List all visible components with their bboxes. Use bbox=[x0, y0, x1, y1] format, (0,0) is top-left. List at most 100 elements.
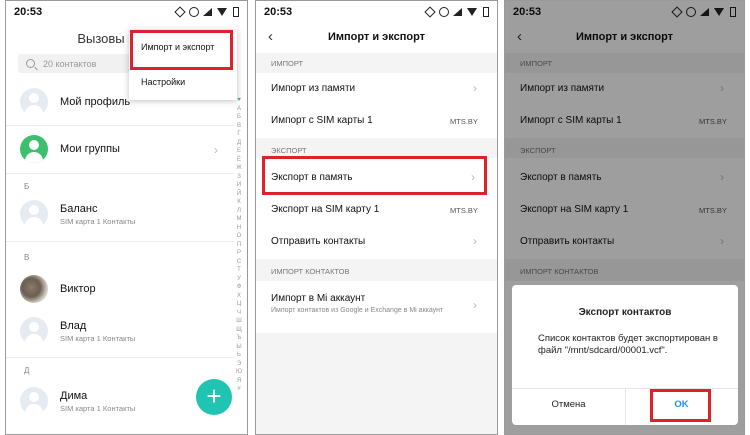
alphabet-letter[interactable]: Г bbox=[234, 130, 244, 139]
status-bar: 20:53 bbox=[256, 1, 497, 23]
wifi-icon bbox=[467, 7, 477, 17]
alphabet-letter[interactable]: Н bbox=[234, 224, 244, 233]
section-header-import-contacts: ИМПОРТ КОНТАКТОВ bbox=[271, 267, 350, 276]
export-to-sim[interactable]: Экспорт на SIM карту 1 bbox=[271, 204, 379, 215]
alphabet-letter[interactable]: Ы bbox=[234, 343, 244, 352]
battery-icon bbox=[481, 7, 491, 17]
sim-operator: MTS.BY bbox=[450, 117, 478, 126]
highlight-box bbox=[130, 30, 233, 70]
divider bbox=[6, 241, 234, 242]
dialog-message: Список контактов будет экспортирован в ф… bbox=[538, 333, 718, 356]
cancel-button[interactable]: Отмена bbox=[512, 399, 625, 410]
contact-sub: SIM карта 1 Контакты bbox=[60, 403, 136, 413]
section-header-import: ИМПОРТ bbox=[271, 59, 304, 68]
alphabet-letter[interactable]: Б bbox=[234, 113, 244, 122]
alphabet-letter[interactable]: М bbox=[234, 215, 244, 224]
signal-icon bbox=[453, 7, 463, 17]
avatar bbox=[20, 200, 48, 228]
alphabet-letter[interactable]: У bbox=[234, 275, 244, 284]
alphabet-letter[interactable]: И bbox=[234, 181, 244, 190]
avatar bbox=[20, 88, 48, 116]
alphabet-letter[interactable]: Т bbox=[234, 266, 244, 275]
chevron-right-icon: › bbox=[473, 298, 477, 312]
alphabet-letter[interactable]: Ф bbox=[234, 283, 244, 292]
alphabet-letter[interactable]: О bbox=[234, 232, 244, 241]
list-item[interactable]: Влад SIM карта 1 Контакты bbox=[20, 317, 135, 345]
search-icon bbox=[26, 59, 35, 68]
alphabet-letter[interactable]: А bbox=[234, 105, 244, 114]
export-dialog-screen: 20:53 ‹ Импорт и экспорт ИМПОРТ Импорт и… bbox=[504, 0, 745, 435]
status-bar: 20:53 bbox=[6, 1, 247, 23]
page-title: Импорт и экспорт bbox=[327, 31, 426, 43]
import-mi-description: Импорт контактов из Google и Exchange в … bbox=[271, 307, 444, 314]
alphabet-letter[interactable]: Р bbox=[234, 249, 244, 258]
list-item[interactable]: Баланс SIM карта 1 Контакты bbox=[20, 200, 135, 228]
alphabet-letter[interactable]: Ё bbox=[234, 156, 244, 165]
contact-name: Виктор bbox=[60, 283, 96, 295]
menu-item-settings[interactable]: Настройки bbox=[129, 65, 237, 100]
alphabet-letter[interactable]: П bbox=[234, 241, 244, 250]
status-time: 20:53 bbox=[14, 6, 43, 18]
contact-sub: SIM карта 1 Контакты bbox=[60, 333, 136, 343]
list-item[interactable]: Дима SIM карта 1 Контакты bbox=[20, 387, 135, 415]
alphabet-letter[interactable]: Д bbox=[234, 139, 244, 148]
alphabet-letter[interactable]: Ш bbox=[234, 317, 244, 326]
import-from-sim[interactable]: Импорт с SIM карты 1 bbox=[271, 115, 373, 126]
alphabet-letter[interactable]: Ю bbox=[234, 368, 244, 377]
alphabet-letter[interactable]: Й bbox=[234, 190, 244, 199]
avatar bbox=[20, 317, 48, 345]
alphabet-letter[interactable]: В bbox=[234, 122, 244, 131]
sim-operator: MTS.BY bbox=[450, 206, 478, 215]
contact-name: Влад bbox=[60, 319, 87, 332]
wifi-icon bbox=[217, 7, 227, 17]
mute-icon bbox=[425, 7, 435, 17]
divider bbox=[6, 357, 234, 358]
contact-sub: SIM карта 1 Контакты bbox=[60, 216, 136, 226]
section-letter: Б bbox=[24, 182, 30, 191]
mute-icon bbox=[175, 7, 185, 17]
alphabet-index[interactable]: ♥ А Б В Г Д Е Ё Ж З И Й К Л М Н О П Р С Т У Ф Х Ц Ч Ш Щ Ъ Ы Ь Э Ю Я # bbox=[234, 96, 244, 394]
alphabet-letter[interactable]: З bbox=[234, 173, 244, 182]
alphabet-letter[interactable]: Ц bbox=[234, 300, 244, 309]
alphabet-letter[interactable]: Я bbox=[234, 377, 244, 386]
groups-avatar bbox=[20, 135, 48, 163]
highlight-box bbox=[262, 156, 487, 195]
alphabet-letter[interactable]: Щ bbox=[234, 326, 244, 335]
divider bbox=[6, 173, 234, 174]
my-profile-item[interactable]: Мой профиль bbox=[20, 88, 130, 116]
signal-icon bbox=[203, 7, 213, 17]
cat-avatar bbox=[20, 275, 48, 303]
alphabet-letter[interactable]: Ч bbox=[234, 309, 244, 318]
chevron-right-icon: › bbox=[473, 81, 477, 95]
import-to-mi-account[interactable]: Импорт в Mi аккаунт bbox=[271, 293, 365, 304]
alphabet-letter[interactable]: Е bbox=[234, 147, 244, 156]
section-header-export: ЭКСПОРТ bbox=[271, 146, 307, 155]
status-time: 20:53 bbox=[264, 6, 293, 18]
alphabet-letter[interactable]: Ж bbox=[234, 164, 244, 173]
list-item[interactable]: Виктор bbox=[20, 275, 96, 303]
my-groups-label: Мои группы bbox=[60, 143, 120, 155]
alphabet-letter[interactable]: Э bbox=[234, 360, 244, 369]
battery-icon bbox=[231, 7, 241, 17]
my-profile-label: Мой профиль bbox=[60, 96, 131, 108]
import-export-screen: 20:53 ‹ Импорт и экспорт ИМПОРТ Импорт и… bbox=[255, 0, 498, 435]
chevron-right-icon: › bbox=[473, 234, 477, 248]
send-contacts[interactable]: Отправить контакты bbox=[271, 236, 365, 247]
section-letter: Д bbox=[24, 366, 30, 375]
my-groups-item[interactable]: Мои группы bbox=[20, 135, 120, 163]
header: ‹ Импорт и экспорт bbox=[256, 23, 497, 53]
chevron-right-icon: › bbox=[214, 143, 218, 157]
divider bbox=[6, 125, 234, 126]
alphabet-letter[interactable]: Х bbox=[234, 292, 244, 301]
alphabet-letter[interactable]: К bbox=[234, 198, 244, 207]
alphabet-letter[interactable]: Ь bbox=[234, 351, 244, 360]
alphabet-letter[interactable]: Л bbox=[234, 207, 244, 216]
section-letter: В bbox=[24, 253, 30, 262]
alphabet-letter[interactable]: Ъ bbox=[234, 334, 244, 343]
alphabet-letter[interactable]: С bbox=[234, 258, 244, 267]
import-from-memory[interactable]: Импорт из памяти bbox=[271, 83, 355, 94]
dialog-title: Экспорт контактов bbox=[578, 307, 672, 318]
search-placeholder: 20 контактов bbox=[43, 58, 97, 69]
add-contact-button[interactable]: + bbox=[196, 379, 232, 415]
alphabet-letter[interactable]: # bbox=[234, 385, 244, 394]
